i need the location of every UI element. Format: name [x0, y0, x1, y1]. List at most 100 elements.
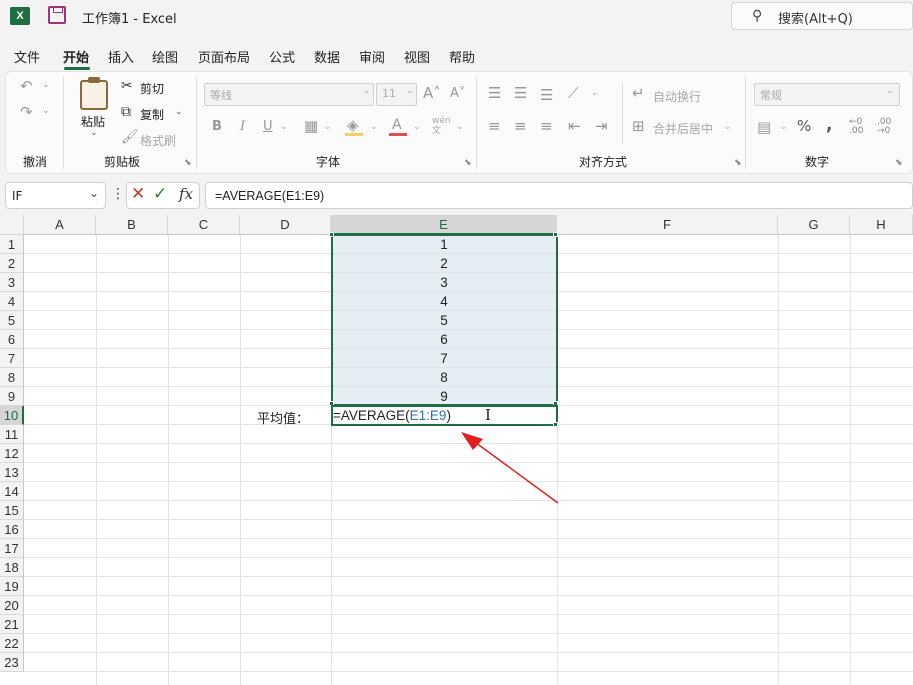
row-header-16[interactable]: 16 — [0, 520, 24, 539]
cell-e10-formula[interactable]: =AVERAGE(E1:E9) — [333, 408, 451, 423]
format-painter-icon[interactable]: 🖌 — [121, 129, 139, 145]
align-left-icon[interactable]: ≡ — [488, 117, 501, 135]
font-color-dropdown-icon[interactable]: ⌄ — [413, 122, 421, 132]
copy-dropdown-icon[interactable]: ⌄ — [175, 107, 183, 117]
redo-icon[interactable]: ↷ — [20, 103, 33, 121]
column-header-e[interactable]: E — [331, 215, 557, 235]
shrink-font-icon[interactable]: A˅ — [450, 86, 465, 101]
phonetic-dropdown-icon[interactable]: ⌄ — [456, 122, 464, 132]
tab-data[interactable]: 数据 — [312, 47, 342, 66]
row-header-7[interactable]: 7 — [0, 349, 24, 368]
undo-dropdown-icon[interactable]: ⌄ — [42, 80, 50, 90]
accounting-format-icon[interactable]: ▤ — [757, 118, 771, 136]
tab-file[interactable]: 文件 — [12, 47, 42, 66]
tab-page-layout[interactable]: 页面布局 — [196, 47, 252, 66]
formula-input[interactable]: =AVERAGE(E1:E9) — [205, 182, 913, 209]
align-bottom-icon[interactable]: ☰ — [540, 86, 553, 104]
row-header-21[interactable]: 21 — [0, 615, 24, 634]
increase-decimal-icon[interactable]: ←0.00 — [849, 118, 863, 136]
merge-dropdown-icon[interactable]: ⌄ — [724, 122, 732, 132]
wrap-text-icon[interactable]: ↵ — [632, 84, 645, 102]
grow-font-icon[interactable]: A˄ — [423, 84, 441, 102]
row-header-14[interactable]: 14 — [0, 482, 24, 501]
paste-icon[interactable] — [80, 80, 108, 110]
row-header-19[interactable]: 19 — [0, 577, 24, 596]
row-header-1[interactable]: 1 — [0, 235, 24, 254]
merge-center-button[interactable]: 合并后居中 — [653, 120, 713, 137]
align-center-icon[interactable]: ≡ — [514, 117, 527, 135]
italic-button[interactable]: I — [240, 119, 245, 134]
underline-dropdown-icon[interactable]: ⌄ — [280, 122, 288, 132]
select-all-corner[interactable] — [0, 215, 24, 235]
row-header-22[interactable]: 22 — [0, 634, 24, 653]
name-box-chevron-icon[interactable]: ⌄ — [89, 186, 99, 200]
font-launcher-icon[interactable]: ⬊ — [464, 158, 472, 168]
decrease-indent-icon[interactable]: ⇤ — [568, 117, 581, 135]
row-header-12[interactable]: 12 — [0, 444, 24, 463]
enter-check-icon[interactable]: ✓ — [153, 184, 167, 204]
column-header-b[interactable]: B — [96, 215, 168, 235]
paste-dropdown-icon[interactable]: ⌄ — [90, 128, 98, 138]
increase-indent-icon[interactable]: ⇥ — [595, 117, 608, 135]
tab-draw[interactable]: 绘图 — [150, 47, 180, 66]
row-header-23[interactable]: 23 — [0, 653, 24, 672]
row-header-20[interactable]: 20 — [0, 596, 24, 615]
row-header-18[interactable]: 18 — [0, 558, 24, 577]
decrease-decimal-icon[interactable]: .00 →0 — [877, 118, 891, 136]
row-header-5[interactable]: 5 — [0, 311, 24, 330]
cut-icon[interactable]: ✂ — [121, 78, 133, 94]
row-header-15[interactable]: 15 — [0, 501, 24, 520]
tab-formulas[interactable]: 公式 — [267, 47, 297, 66]
fill-color-icon[interactable]: ◈ — [347, 116, 359, 134]
font-name-select[interactable]: 等线 — [204, 83, 374, 106]
tab-insert[interactable]: 插入 — [106, 47, 136, 66]
orientation-dropdown-icon[interactable]: ⌄ — [591, 88, 599, 98]
insert-function-icon[interactable]: fx — [179, 185, 193, 203]
cancel-icon[interactable]: ✕ — [131, 184, 145, 204]
cell-d10-label[interactable]: 平均值： — [257, 408, 309, 427]
row-header-8[interactable]: 8 — [0, 368, 24, 387]
column-header-a[interactable]: A — [24, 215, 96, 235]
align-top-icon[interactable]: ☰ — [488, 84, 501, 102]
format-painter-label[interactable]: 格式刷 — [140, 132, 176, 149]
row-header-10[interactable]: 10 — [0, 406, 24, 425]
row-header-3[interactable]: 3 — [0, 273, 24, 292]
column-header-h[interactable]: H — [850, 215, 913, 235]
column-header-c[interactable]: C — [168, 215, 240, 235]
column-header-f[interactable]: F — [557, 215, 778, 235]
bold-button[interactable]: B — [212, 119, 222, 134]
tab-view[interactable]: 视图 — [402, 47, 432, 66]
row-header-17[interactable]: 17 — [0, 539, 24, 558]
save-icon[interactable] — [48, 6, 66, 24]
align-right-icon[interactable]: ≡ — [540, 117, 553, 135]
row-header-4[interactable]: 4 — [0, 292, 24, 311]
wrap-text-button[interactable]: 自动换行 — [653, 88, 701, 105]
merge-center-icon[interactable]: ⊞ — [632, 117, 645, 135]
percent-icon[interactable]: % — [797, 117, 811, 135]
borders-icon[interactable]: ▦ — [304, 117, 318, 135]
alignment-launcher-icon[interactable]: ⬊ — [734, 158, 742, 168]
align-middle-icon[interactable]: ☰ — [514, 84, 527, 102]
more-options-icon[interactable]: ⋮ — [111, 186, 125, 202]
row-header-13[interactable]: 13 — [0, 463, 24, 482]
borders-dropdown-icon[interactable]: ⌄ — [324, 122, 332, 132]
font-color-icon[interactable]: A — [392, 117, 402, 133]
comma-style-icon[interactable]: , — [826, 115, 832, 135]
tab-help[interactable]: 帮助 — [447, 47, 477, 66]
number-format-select[interactable]: 常规 — [754, 83, 900, 106]
range-handle[interactable] — [329, 232, 334, 237]
row-header-11[interactable]: 11 — [0, 425, 24, 444]
phonetic-guide-icon[interactable]: wén 文 — [432, 116, 451, 136]
redo-dropdown-icon[interactable]: ⌄ — [42, 106, 50, 116]
fill-color-dropdown-icon[interactable]: ⌄ — [370, 122, 378, 132]
fill-handle[interactable] — [553, 422, 558, 427]
number-launcher-icon[interactable]: ⬊ — [895, 158, 903, 168]
column-header-d[interactable]: D — [240, 215, 331, 235]
cut-button-label[interactable]: 剪切 — [140, 80, 164, 97]
undo-icon[interactable]: ↶ — [20, 77, 33, 95]
tab-review[interactable]: 审阅 — [357, 47, 387, 66]
tab-home[interactable]: 开始 — [61, 47, 91, 66]
column-header-g[interactable]: G — [778, 215, 850, 235]
row-header-9[interactable]: 9 — [0, 387, 24, 406]
row-header-2[interactable]: 2 — [0, 254, 24, 273]
